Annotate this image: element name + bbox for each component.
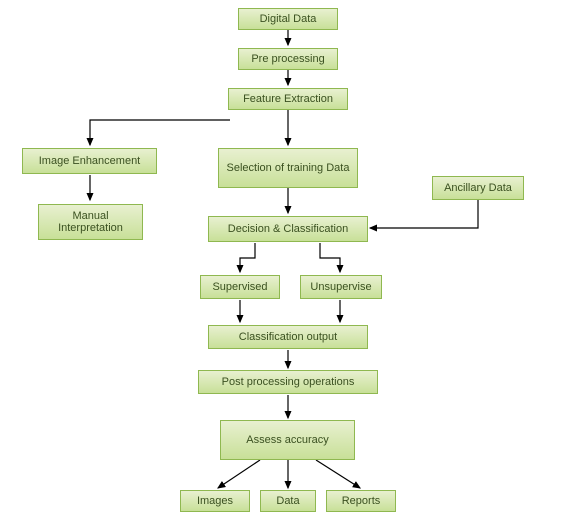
node-image-enhancement: Image Enhancement [22,148,157,174]
node-digital-data: Digital Data [238,8,338,30]
node-assess-accuracy: Assess accuracy [220,420,355,460]
node-supervised: Supervised [200,275,280,299]
node-decision-classification: Decision & Classification [208,216,368,242]
node-data: Data [260,490,316,512]
node-classification-output: Classification output [208,325,368,349]
node-images: Images [180,490,250,512]
node-pre-processing: Pre processing [238,48,338,70]
node-selection-training: Selection of training Data [218,148,358,188]
node-unsupervise: Unsupervise [300,275,382,299]
node-post-processing: Post processing operations [198,370,378,394]
node-ancillary-data: Ancillary Data [432,176,524,200]
node-feature-extraction: Feature Extraction [228,88,348,110]
node-manual-interpretation: Manual Interpretation [38,204,143,240]
node-reports: Reports [326,490,396,512]
